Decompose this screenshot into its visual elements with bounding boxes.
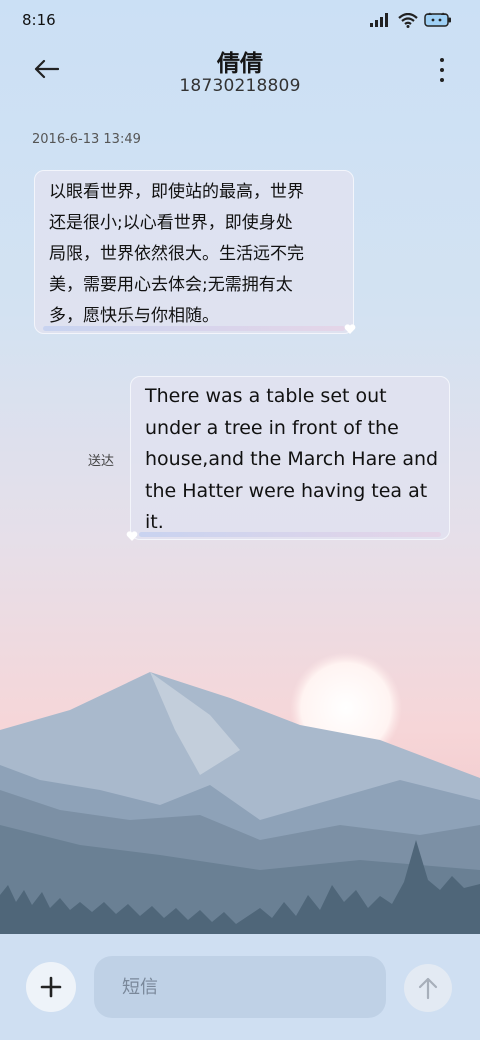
message-line: There was a table set out (145, 385, 387, 407)
wallpaper-mountain-scene (0, 652, 480, 940)
message-line: house,and the March Hare and (145, 448, 439, 470)
composer-bar (0, 934, 480, 1040)
wifi-icon (398, 12, 418, 28)
status-bar: 8:16 (0, 0, 480, 40)
signal-icon (370, 13, 388, 27)
message-timestamp: 2016-6-13 13:49 (32, 132, 141, 147)
status-time: 8:16 (22, 11, 56, 29)
message-line: 局限，世界依然很大。生活远不完 (49, 244, 304, 264)
heart-icon (126, 531, 138, 541)
more-options-button[interactable] (434, 56, 450, 84)
heart-icon (344, 324, 356, 334)
plus-icon (40, 976, 62, 998)
bubble-accent (43, 326, 345, 331)
conversation-header: 倩倩 18730218809 (0, 40, 480, 104)
delivery-status: 送达 (88, 454, 115, 469)
status-icons (370, 12, 452, 28)
message-input[interactable] (94, 956, 386, 1018)
arrow-up-icon (418, 977, 438, 1000)
outgoing-message-bubble[interactable]: There was a table set out under a tree i… (130, 376, 450, 540)
bubble-accent (139, 532, 441, 537)
message-line: 美，需要用心去体会;无需拥有太 (49, 275, 293, 295)
incoming-message-bubble[interactable]: 以眼看世界，即使站的最高，世界 还是很小;以心看世界，即使身处 局限，世界依然很… (34, 170, 354, 334)
message-line: under a tree in front of the (145, 416, 399, 439)
message-line: 还是很小;以心看世界，即使身处 (49, 213, 293, 233)
contact-phone-number: 18730218809 (179, 76, 301, 96)
battery-icon (424, 12, 451, 27)
send-button[interactable] (404, 964, 452, 1012)
more-vertical-icon (440, 58, 444, 62)
message-line: 以眼看世界，即使站的最高，世界 (49, 182, 304, 202)
contact-name: 倩倩 (217, 51, 263, 77)
message-line: the Hatter were having tea at (145, 479, 428, 502)
add-attachment-button[interactable] (26, 962, 76, 1012)
